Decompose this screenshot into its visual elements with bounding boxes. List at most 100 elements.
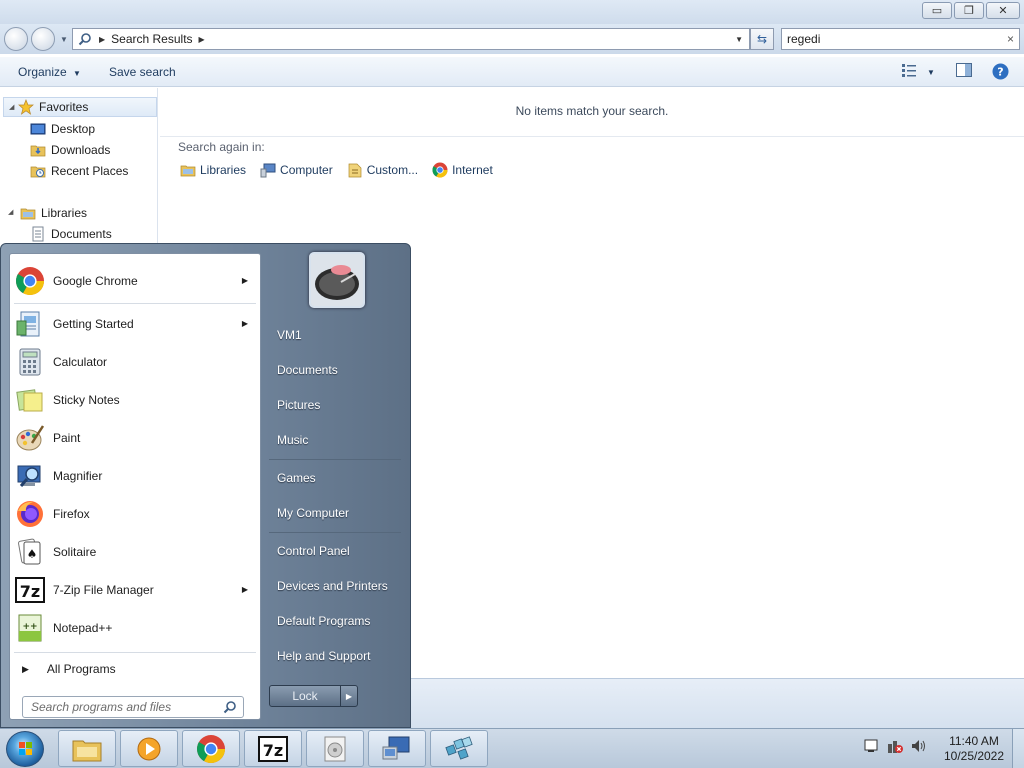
taskbar-7-zip-button[interactable]: 7z	[244, 730, 302, 767]
start-item-default-programs[interactable]: Default Programs	[263, 605, 401, 637]
paint-icon	[14, 422, 46, 454]
preview-pane-icon	[956, 63, 972, 77]
clear-search-icon[interactable]: ×	[1007, 32, 1014, 46]
close-button[interactable]: ✕	[986, 2, 1020, 19]
program-firefox[interactable]: Firefox	[10, 495, 260, 533]
start-item-pictures[interactable]: Pictures	[263, 389, 401, 421]
help-icon: ?	[992, 63, 1009, 80]
recent-pages-dropdown[interactable]: ▼	[60, 35, 68, 44]
lock-button[interactable]: Lock	[269, 685, 341, 707]
collapse-arrow-icon[interactable]: ◢	[9, 103, 14, 111]
taskbar: 7z 11:40 AM 10/25/2022	[0, 728, 1024, 768]
program-label: Firefox	[53, 507, 90, 521]
breadcrumb-arrow-icon[interactable]: ▶	[199, 35, 205, 44]
taskbar-chrome-button[interactable]	[182, 730, 240, 767]
explorer-icon	[72, 740, 102, 761]
start-item-games[interactable]: Games	[263, 462, 401, 494]
system-clock[interactable]: 11:40 AM 10/25/2022	[938, 734, 1010, 764]
user-avatar[interactable]	[309, 252, 365, 308]
address-path[interactable]: Search Results	[111, 32, 192, 46]
tree-item-desktop[interactable]: Desktop	[30, 119, 95, 139]
libraries-icon	[20, 205, 36, 221]
start-item-help-and-support[interactable]: Help and Support	[263, 640, 401, 672]
recent-places-label: Recent Places	[51, 164, 129, 178]
start-item-control-panel[interactable]: Control Panel	[263, 535, 401, 567]
program-solitaire[interactable]: ♠ Solitaire	[10, 533, 260, 571]
show-desktop-button[interactable]	[1012, 729, 1024, 768]
program-magnifier[interactable]: Magnifier	[10, 457, 260, 495]
user-picture-icon	[311, 254, 363, 306]
tree-item-favorites[interactable]: ◢ Favorites	[3, 97, 157, 117]
breadcrumb-arrow-icon[interactable]: ▶	[99, 35, 105, 44]
submenu-arrow-icon[interactable]: ▶	[242, 585, 248, 594]
preview-pane-button[interactable]	[956, 63, 974, 79]
submenu-arrow-icon[interactable]: ▶	[242, 319, 248, 328]
forward-button[interactable]	[31, 27, 55, 51]
taskbar-registry-editor-button[interactable]	[430, 730, 488, 767]
program-getting-started[interactable]: Getting Started ▶	[10, 305, 260, 343]
minimize-icon: ▭	[931, 5, 943, 17]
action-center-icon[interactable]	[862, 737, 880, 755]
start-item-devices-and-printers[interactable]: Devices and Printers	[263, 570, 401, 602]
program-google-chrome[interactable]: Google Chrome ▶	[10, 262, 260, 300]
restore-button[interactable]: ❐	[954, 2, 984, 19]
tree-item-downloads[interactable]: Downloads	[30, 140, 110, 160]
address-dropdown-icon[interactable]: ▼	[735, 35, 743, 44]
registry-editor-icon	[445, 735, 473, 760]
help-button[interactable]: ?	[992, 63, 1010, 80]
right-separator	[269, 532, 401, 533]
start-search-input[interactable]: Search programs and files	[22, 696, 244, 718]
submenu-arrow-icon[interactable]: ▶	[242, 276, 248, 285]
collapse-arrow-icon[interactable]: ◢	[8, 208, 13, 216]
shutdown-options-button[interactable]: ▶	[340, 685, 358, 707]
search-in-computer[interactable]: Computer	[260, 162, 333, 178]
programs-separator	[14, 303, 256, 304]
program-sticky-notes[interactable]: Sticky Notes	[10, 381, 260, 419]
start-button[interactable]	[6, 731, 44, 767]
tree-item-recent-places[interactable]: Recent Places	[30, 161, 128, 181]
start-item-user-folder[interactable]: VM1	[263, 319, 401, 351]
search-again-label: Search again in:	[178, 140, 265, 154]
sticky-notes-icon	[14, 384, 46, 416]
search-input[interactable]: regedi ×	[781, 28, 1020, 50]
tree-item-documents[interactable]: Documents	[30, 224, 112, 244]
search-icon[interactable]	[223, 700, 237, 717]
organize-button[interactable]: Organize ▼	[18, 65, 81, 79]
start-item-documents[interactable]: Documents	[263, 354, 401, 386]
change-view-button[interactable]	[902, 63, 920, 79]
minimize-button[interactable]: ▭	[922, 2, 952, 19]
search-in-internet[interactable]: Internet	[432, 162, 493, 178]
clock-time: 11:40 AM	[949, 734, 999, 748]
program-notepad-plus-plus[interactable]: ++ Notepad++	[10, 609, 260, 647]
view-list-icon	[902, 64, 916, 77]
search-in-libraries[interactable]: Libraries	[180, 162, 246, 178]
taskbar-remote-desktop-button[interactable]	[368, 730, 426, 767]
taskbar-explorer-button[interactable]	[58, 730, 116, 767]
taskbar-media-player-button[interactable]	[120, 730, 178, 767]
title-bar: ▭ ❐ ✕	[0, 0, 1024, 24]
program-calculator[interactable]: Calculator	[10, 343, 260, 381]
search-in-custom[interactable]: Custom...	[347, 162, 418, 178]
network-disconnected-icon[interactable]	[886, 737, 904, 755]
solitaire-icon: ♠	[14, 536, 46, 568]
downloads-folder-icon	[30, 142, 46, 158]
program-paint[interactable]: Paint	[10, 419, 260, 457]
taskbar-disc-button[interactable]	[306, 730, 364, 767]
program-7-zip[interactable]: 7z 7-Zip File Manager ▶	[10, 571, 260, 609]
tree-item-libraries[interactable]: ◢ Libraries	[8, 203, 87, 223]
start-item-my-computer[interactable]: My Computer	[263, 497, 401, 529]
custom-folder-icon	[347, 162, 363, 178]
windows-logo-icon	[19, 742, 32, 755]
program-label: Paint	[53, 431, 81, 445]
start-item-music[interactable]: Music	[263, 424, 401, 456]
program-label: Getting Started	[53, 317, 134, 331]
chrome-icon	[432, 162, 448, 178]
program-label: 7-Zip File Manager	[53, 583, 154, 597]
save-search-button[interactable]: Save search	[109, 65, 176, 79]
all-programs-button[interactable]: ▶ All Programs	[10, 652, 260, 686]
volume-icon[interactable]	[910, 737, 928, 755]
back-button[interactable]	[4, 27, 28, 51]
address-bar[interactable]: ▶ Search Results ▶ ▼	[72, 28, 750, 50]
refresh-button[interactable]: ⇆	[750, 28, 774, 50]
view-options-dropdown[interactable]: ▼	[927, 68, 935, 77]
